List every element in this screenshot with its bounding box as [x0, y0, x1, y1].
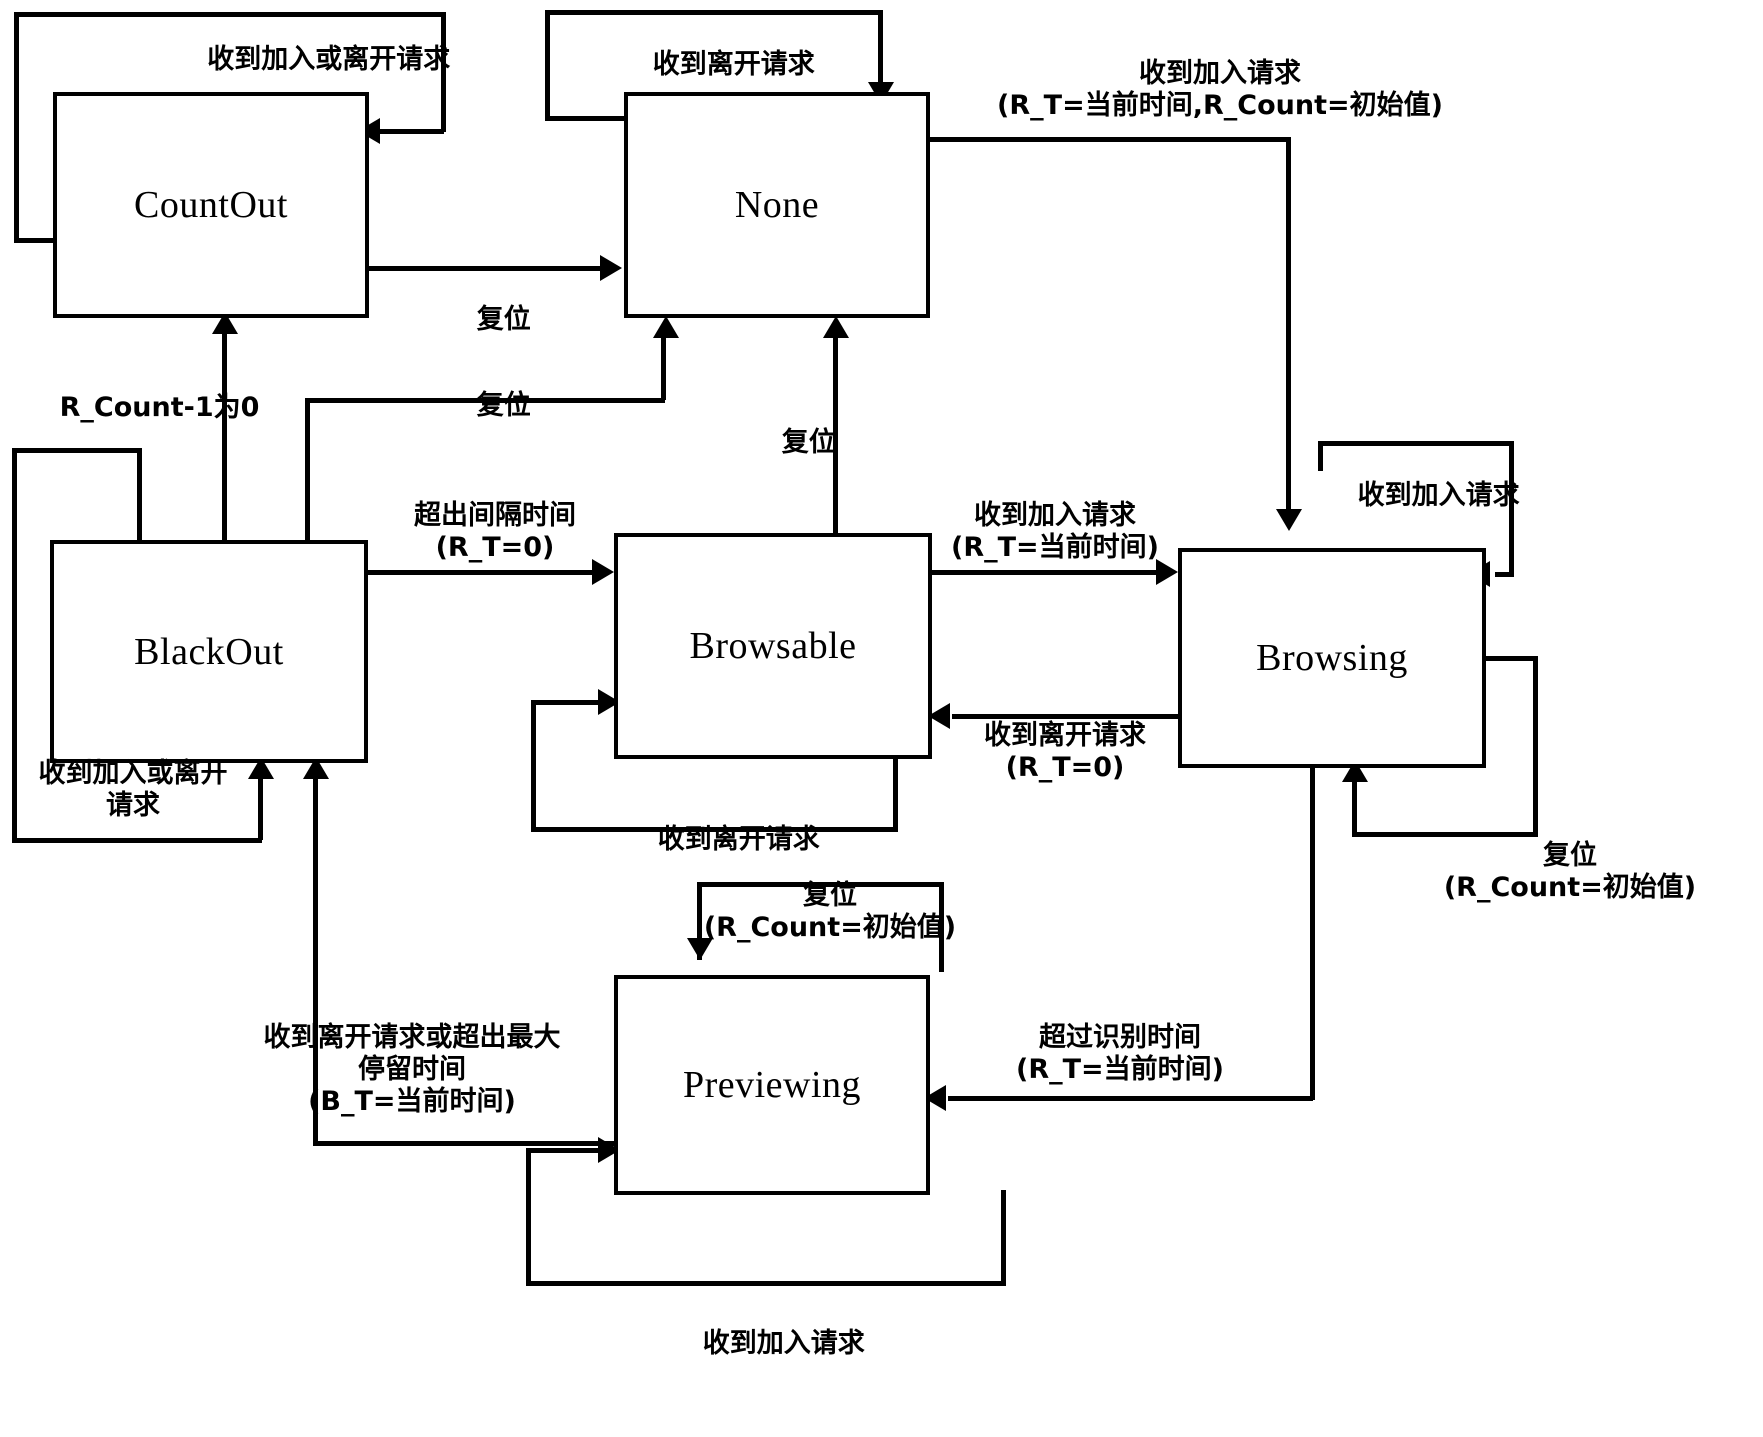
- edge-previewing-self-tail: [526, 1148, 608, 1153]
- edge-browsable-browsing: [924, 570, 1159, 575]
- arrowhead-blackout-none: [653, 316, 679, 338]
- edge-browsing-reset-bottom: [1352, 832, 1538, 837]
- edge-browsing-self-top: [1318, 441, 1514, 446]
- edge-browsing-reset-right: [1533, 656, 1538, 836]
- edge-previewing-self-right: [1001, 1190, 1006, 1285]
- label-t5: R_Count-1为0: [59, 391, 260, 423]
- edge-none-self-right: [878, 10, 883, 82]
- state-box-countout[interactable]: CountOut: [53, 92, 369, 318]
- edge-blackout-none-up: [661, 336, 666, 400]
- label-t10: 收到加入请求 (R_T=当前时间): [950, 500, 1159, 563]
- state-label-countout: CountOut: [134, 184, 288, 226]
- edge-browsing-self-tail: [1495, 572, 1514, 577]
- label-t11: 收到离开请求: [657, 823, 820, 855]
- edge-none-self-top: [545, 10, 883, 15]
- state-box-blackout[interactable]: BlackOut: [50, 540, 368, 763]
- arrowhead-countout-none: [600, 255, 622, 281]
- label-t1: 收到加入或离开请求: [207, 43, 451, 75]
- state-label-none: None: [734, 184, 820, 226]
- edge-browsable-self-left: [531, 700, 536, 832]
- label-t8: 收到加入或离开 请求: [38, 758, 228, 821]
- edge-none-browsing-v: [1286, 137, 1291, 509]
- label-t18: 收到加入请求: [702, 1327, 865, 1359]
- state-box-previewing[interactable]: Previewing: [614, 975, 930, 1195]
- label-t7: 复位: [781, 426, 836, 458]
- label-t12: 收到加入请求: [1357, 479, 1520, 511]
- edge-previewing-self-left: [526, 1148, 531, 1286]
- state-label-browsable: Browsable: [689, 625, 857, 667]
- arrowhead-browsable-none: [823, 316, 849, 338]
- label-t13: 收到离开请求 (R_T=0): [984, 720, 1146, 783]
- label-t6: 复位: [476, 389, 531, 421]
- arrowhead-none-browsing: [1276, 509, 1302, 531]
- edge-browsable-self-right: [893, 753, 898, 831]
- edge-browsing-reset-left: [1352, 781, 1357, 836]
- edge-countout-self-bottom: [374, 129, 444, 134]
- edge-blackout-self-bottom: [12, 838, 262, 843]
- edge-browsing-previewing-v: [1310, 760, 1315, 1100]
- edge-browsing-previewing-h: [948, 1096, 1313, 1101]
- label-t17: 收到离开请求或超出最大 停留时间 (B_T=当前时间): [263, 1022, 561, 1117]
- state-box-none[interactable]: None: [624, 92, 930, 318]
- label-t9: 超出间隔时间 (R_T=0): [414, 500, 576, 563]
- edge-countout-self-left: [14, 12, 19, 242]
- state-box-browsing[interactable]: Browsing: [1178, 548, 1486, 768]
- label-t15: 超过识别时间 (R_T=当前时间): [1015, 1022, 1224, 1085]
- state-diagram-canvas: CountOut None BlackOut Browsable Browsin…: [0, 0, 1763, 1437]
- label-t3: 收到加入请求 (R_T=当前时间,R_Count=初始值): [997, 58, 1443, 121]
- label-t4: 复位: [476, 303, 531, 335]
- state-label-browsing: Browsing: [1256, 637, 1408, 679]
- edge-blackout-self-stub: [137, 448, 142, 548]
- state-label-previewing: Previewing: [682, 1064, 862, 1106]
- edge-none-browsing-h: [920, 137, 1290, 142]
- edge-browsing-browsable: [952, 714, 1182, 719]
- edge-none-self-tail: [545, 116, 629, 121]
- edge-blackout-browsable: [360, 570, 595, 575]
- edge-blackout-self-right: [258, 778, 263, 840]
- state-box-browsable[interactable]: Browsable: [614, 533, 932, 759]
- label-t14: 复位 (R_Count=初始值): [1443, 840, 1697, 903]
- edge-countout-none: [361, 266, 604, 271]
- edge-previewing-self-bottom: [526, 1281, 1006, 1286]
- state-label-blackout: BlackOut: [134, 630, 284, 673]
- edge-previewing-blackout-h: [313, 1141, 616, 1146]
- label-t2: 收到离开请求: [652, 48, 815, 80]
- label-t16: 复位 (R_Count=初始值): [703, 880, 957, 943]
